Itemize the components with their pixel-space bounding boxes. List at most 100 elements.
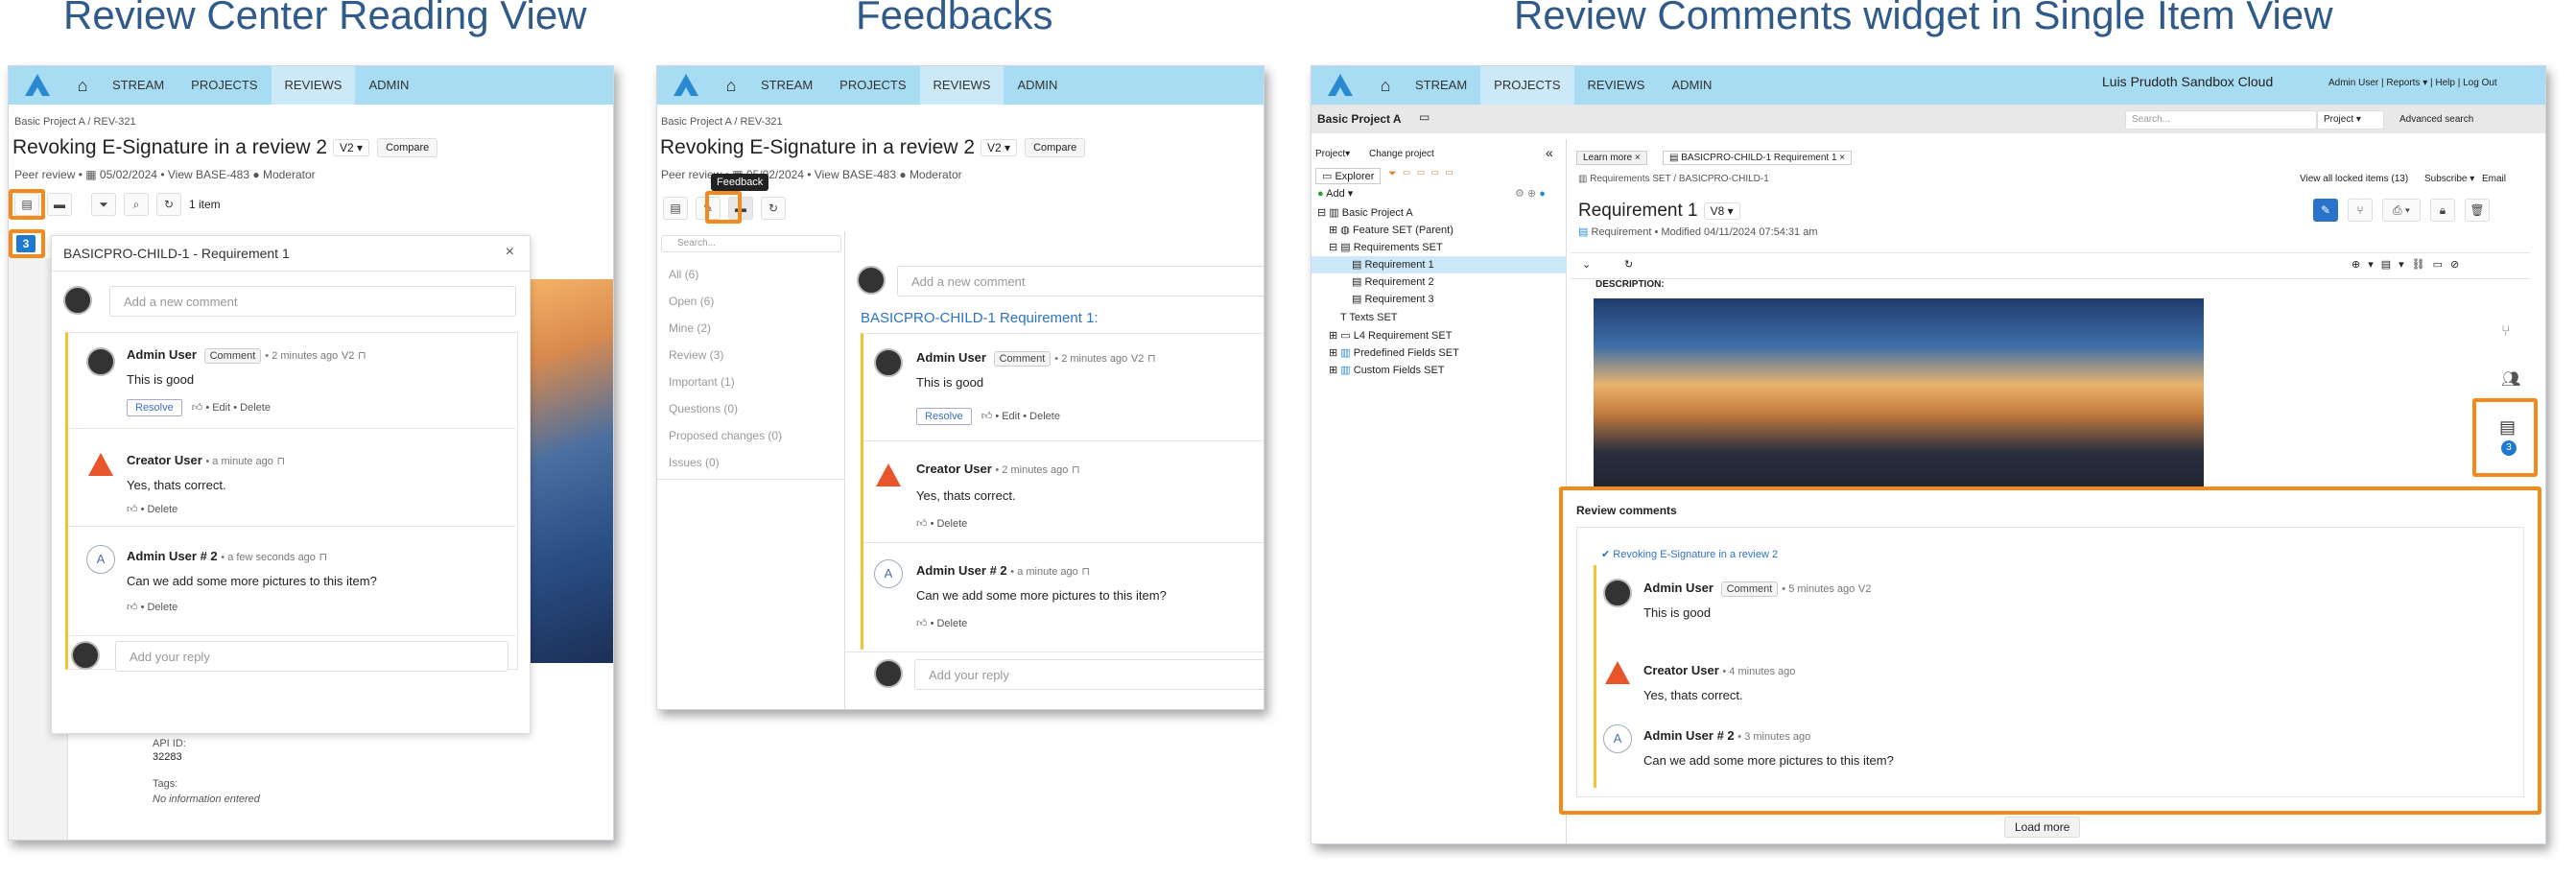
sub-toolbar-icons[interactable]: ⊕▾▤▾⛓▭⊘: [2351, 258, 2467, 271]
reply-input[interactable]: Add your reply: [914, 659, 1264, 690]
tree-node-l4-set[interactable]: ⊞ ▭ L4 Requirement SET: [1329, 329, 1452, 342]
tree-node-custom-set[interactable]: ⊞ ▥ Custom Fields SET: [1329, 364, 1445, 376]
nav-reviews[interactable]: REVIEWS: [271, 66, 356, 105]
filter-proposed-changes[interactable]: Proposed changes (0): [669, 429, 782, 442]
nav-admin[interactable]: ADMIN: [1004, 66, 1071, 105]
nav-stream[interactable]: STREAM: [99, 66, 177, 105]
relations-icon[interactable]: ⑂: [2348, 199, 2373, 222]
breadcrumb[interactable]: Basic Project A / REV-321: [661, 116, 783, 128]
tree-node-feature-set[interactable]: ⊞ ◍ Feature SET (Parent): [1329, 224, 1453, 236]
filter-search-input[interactable]: Search...: [661, 235, 841, 252]
close-icon[interactable]: ×: [506, 244, 514, 261]
help-link[interactable]: Help: [2435, 78, 2455, 88]
filter-issues[interactable]: Issues (0): [669, 456, 720, 469]
tree-node-project[interactable]: ⊟ ▥ Basic Project A: [1317, 206, 1413, 219]
project-info-icon[interactable]: ▭: [1419, 110, 1430, 124]
export-icon[interactable]: ⎙ ▾: [2382, 199, 2421, 222]
delete-link[interactable]: • Delete: [931, 618, 968, 629]
explorer-tab[interactable]: ▭ Explorer: [1315, 168, 1382, 184]
delete-link[interactable]: • Delete: [931, 518, 968, 530]
reply-input[interactable]: Add your reply: [115, 641, 508, 672]
resolve-button[interactable]: Resolve: [127, 399, 182, 416]
trash-icon[interactable]: 🗑︎: [2465, 199, 2490, 222]
logout-link[interactable]: Log Out: [2463, 78, 2497, 88]
tree-node-requirement-2[interactable]: ▤ Requirement 2: [1352, 275, 1434, 288]
home-icon[interactable]: ⌂: [715, 76, 747, 96]
filter-mine[interactable]: Mine (2): [669, 321, 711, 335]
bookmark-icon[interactable]: ⊓: [319, 552, 328, 563]
bookmark-icon[interactable]: ⊓: [1072, 464, 1080, 476]
compare-button[interactable]: Compare: [377, 138, 438, 158]
reports-menu[interactable]: Reports ▾: [2386, 78, 2427, 88]
nav-reviews[interactable]: REVIEWS: [919, 66, 1004, 105]
lock-icon[interactable]: 🔒︎: [2430, 199, 2455, 222]
filter-open[interactable]: Open (6): [669, 295, 714, 308]
filter-icon[interactable]: ⏷: [91, 193, 116, 216]
tab-current-item[interactable]: ▤ BASICPRO-CHILD-1 Requirement 1 ×: [1663, 151, 1853, 165]
tree-node-predefined-set[interactable]: ⊞ ▥ Predefined Fields SET: [1329, 346, 1459, 359]
edit-delete-links[interactable]: • Edit • Delete: [205, 402, 271, 414]
advanced-search-link[interactable]: Advanced search: [2399, 114, 2473, 125]
bookmark-icon[interactable]: ⊓: [277, 456, 286, 467]
like-icon[interactable]: 👍︎: [127, 602, 138, 613]
like-icon[interactable]: 👍︎: [916, 518, 928, 530]
subscribe-menu[interactable]: Subscribe ▾: [2424, 174, 2474, 184]
nav-stream[interactable]: STREAM: [1402, 66, 1480, 105]
bookmark-icon[interactable]: ⊓: [358, 350, 366, 362]
edit-delete-links[interactable]: • Edit • Delete: [995, 411, 1060, 422]
users-icon[interactable]: 👥︎: [2501, 369, 2520, 389]
expand-icon[interactable]: ⌄: [1582, 258, 1591, 271]
add-comment-input[interactable]: Add a new comment: [897, 266, 1264, 296]
project-menu[interactable]: Project▾: [1315, 149, 1350, 159]
nav-stream[interactable]: STREAM: [747, 66, 826, 105]
item-breadcrumb[interactable]: ▥ Requirements SET / BASICPRO-CHILD-1: [1578, 174, 1769, 184]
item-heading[interactable]: BASICPRO-CHILD-1 Requirement 1:: [861, 310, 1099, 326]
email-link[interactable]: Email: [2482, 174, 2506, 184]
nav-admin[interactable]: ADMIN: [355, 66, 422, 105]
tree-node-requirements-set[interactable]: ⊟ ▤ Requirements SET: [1329, 241, 1443, 253]
user-name-link[interactable]: Admin User: [2328, 78, 2378, 88]
home-icon[interactable]: ⌂: [66, 76, 99, 96]
locked-items-link[interactable]: View all locked items (13): [2300, 174, 2408, 184]
document-icon[interactable]: ▤: [663, 197, 688, 220]
tab-learn-more[interactable]: Learn more ×: [1576, 151, 1647, 165]
search-scope-select[interactable]: Project ▾: [2317, 110, 2384, 130]
resolve-button[interactable]: Resolve: [916, 408, 972, 425]
refresh-icon[interactable]: ↻: [156, 193, 181, 216]
nav-projects[interactable]: PROJECTS: [826, 66, 919, 105]
nav-projects[interactable]: PROJECTS: [177, 66, 271, 105]
version-dropdown[interactable]: V2 ▾: [981, 139, 1018, 157]
tree-node-texts-set[interactable]: T Texts SET: [1340, 312, 1398, 323]
filter-important[interactable]: Important (1): [669, 375, 735, 389]
collapse-icon[interactable]: «: [1546, 145, 1553, 160]
tree-node-requirement-3[interactable]: ▤ Requirement 3: [1352, 293, 1434, 305]
filter-review[interactable]: Review (3): [669, 348, 723, 362]
nav-projects[interactable]: PROJECTS: [1480, 66, 1574, 105]
app-logo-icon[interactable]: [1312, 73, 1369, 98]
review-count-badge[interactable]: 3: [2501, 440, 2517, 456]
compare-button[interactable]: Compare: [1025, 138, 1086, 158]
app-logo-icon[interactable]: [9, 73, 66, 98]
like-icon[interactable]: 👍︎: [916, 618, 928, 629]
search-icon[interactable]: ⌕: [124, 193, 149, 216]
downstream-icon[interactable]: ⑂: [2501, 323, 2511, 341]
like-icon[interactable]: 👍︎: [981, 411, 993, 422]
nav-admin[interactable]: ADMIN: [1658, 66, 1725, 105]
tree-settings-icons[interactable]: ⚙ ⊕ ●: [1515, 187, 1546, 200]
app-logo-icon[interactable]: [657, 73, 715, 98]
breadcrumb[interactable]: Basic Project A / REV-321: [14, 116, 136, 128]
refresh-icon[interactable]: ↻: [1624, 258, 1633, 271]
delete-link[interactable]: • Delete: [141, 504, 178, 515]
bookmark-icon[interactable]: ⊓: [1147, 353, 1156, 365]
item-version-dropdown[interactable]: V8 ▾: [1703, 201, 1740, 220]
nav-reviews[interactable]: REVIEWS: [1574, 66, 1659, 105]
add-button[interactable]: ● Add ▾: [1317, 187, 1353, 200]
load-more-button[interactable]: Load more: [2004, 817, 2081, 838]
filter-questions[interactable]: Questions (0): [669, 402, 738, 415]
review-link[interactable]: ✔ Revoking E-Signature in a review 2: [1601, 548, 1778, 560]
filter-all[interactable]: All (6): [669, 268, 698, 281]
bookmark-icon[interactable]: ⊓: [1081, 566, 1090, 578]
refresh-icon[interactable]: ↻: [761, 197, 786, 220]
edit-icon[interactable]: ✎: [2313, 199, 2338, 222]
change-project-link[interactable]: Change project: [1369, 149, 1434, 159]
